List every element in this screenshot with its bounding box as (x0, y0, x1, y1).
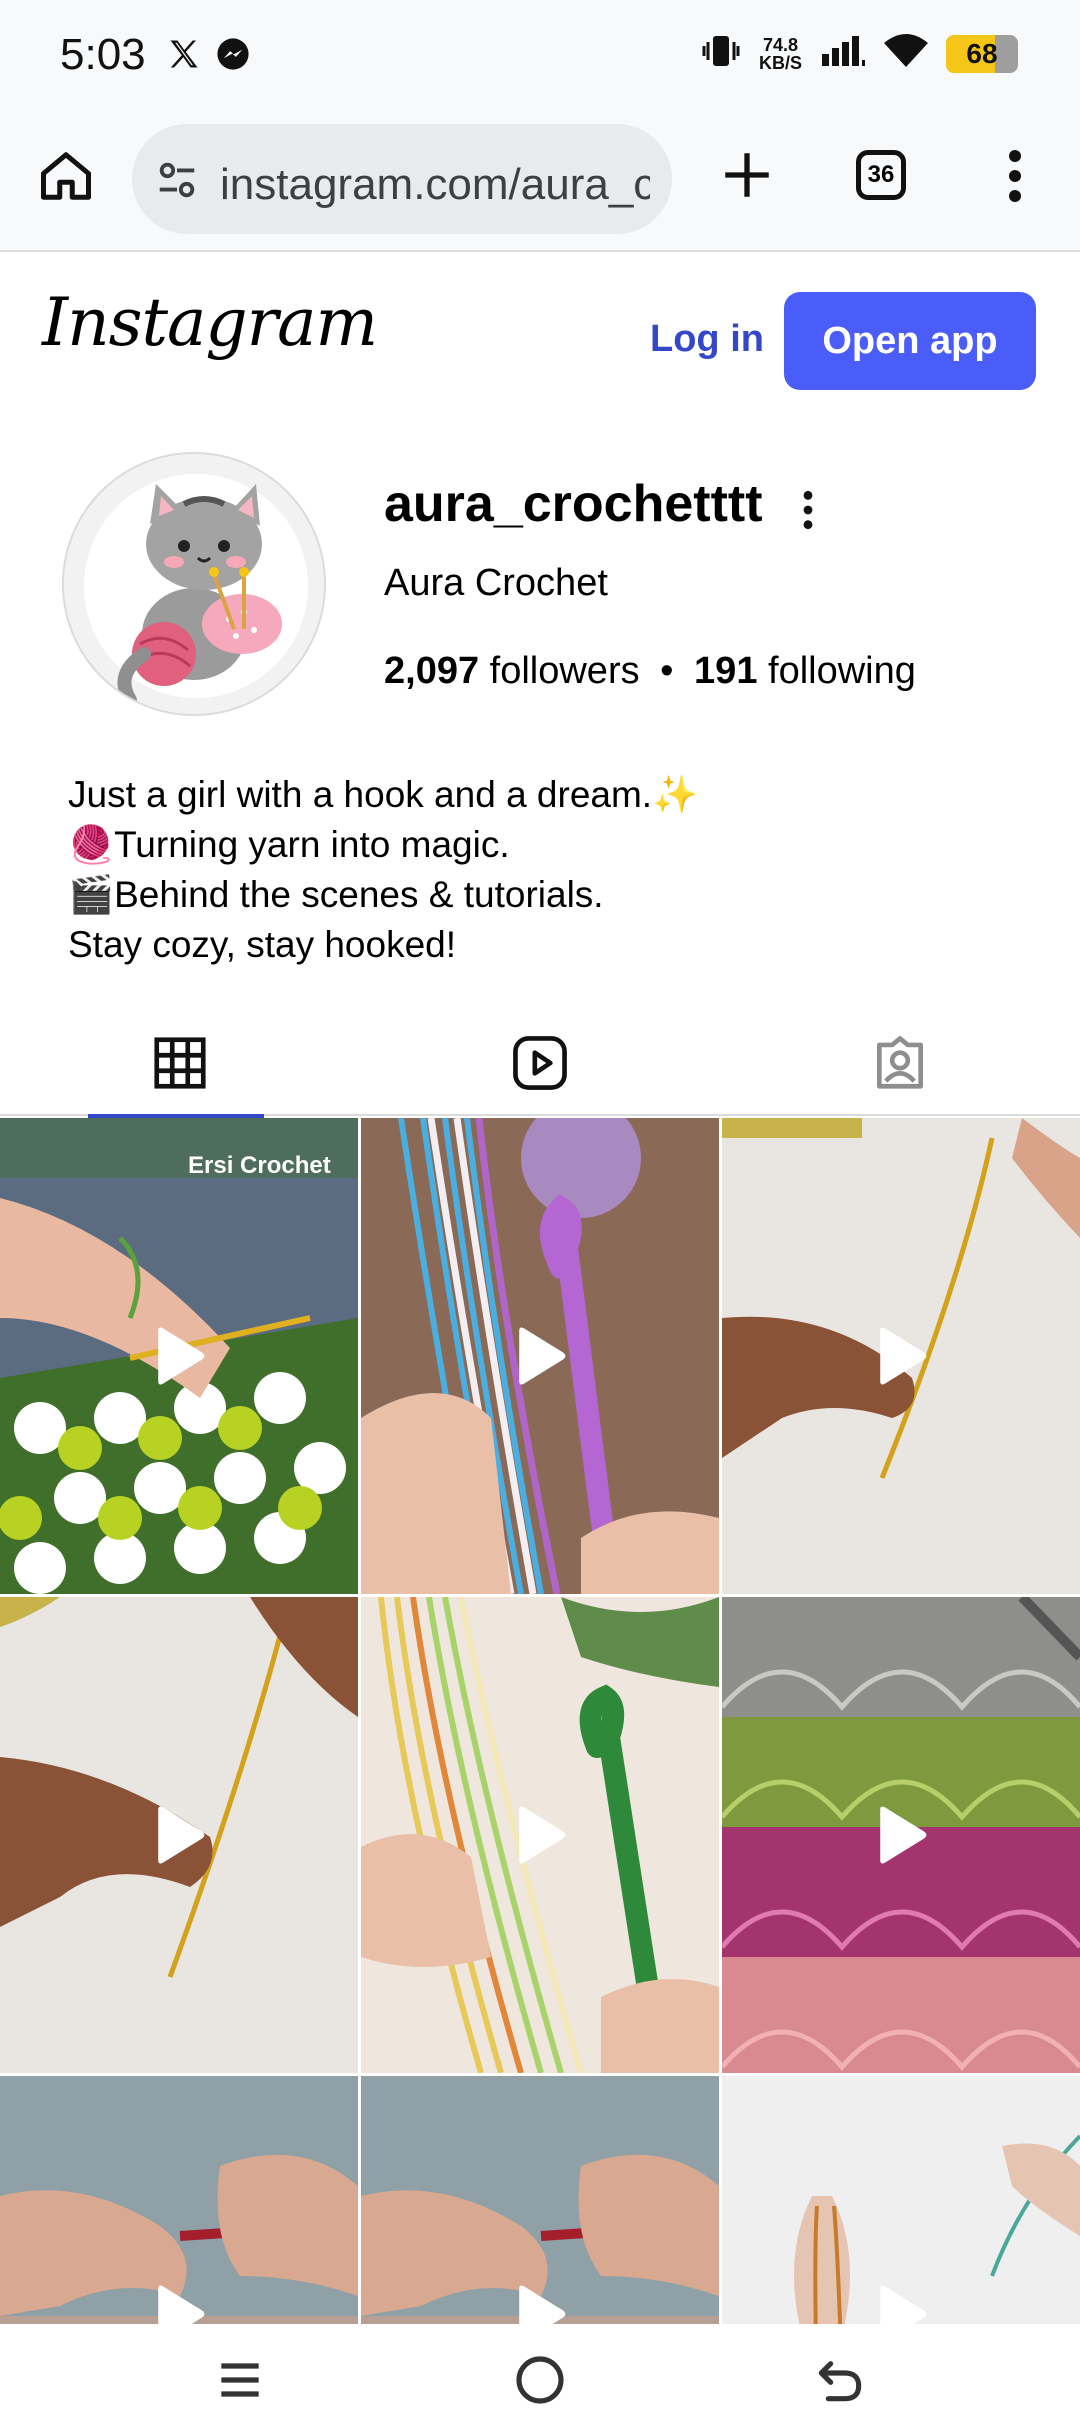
stats-separator: • (660, 650, 674, 692)
net-speed-unit: KB/S (758, 52, 802, 73)
menu-button[interactable] (1000, 146, 1030, 206)
avatar[interactable] (62, 452, 326, 716)
following-label: following (768, 650, 916, 692)
status-bar: 5:03 74.8 KB/S 68 (0, 0, 1080, 110)
reels-icon (513, 1036, 567, 1090)
tab-switcher-button[interactable]: 36 (856, 150, 906, 200)
post-tile[interactable] (0, 1597, 358, 2073)
cat-knitting-avatar (64, 454, 324, 714)
status-left-icons (166, 36, 250, 77)
bio-line: 🧶Turning yarn into magic. (68, 824, 510, 865)
play-icon (158, 1327, 205, 1385)
play-icon (880, 1806, 927, 1864)
play-icon (880, 1327, 927, 1385)
recents-button[interactable] (212, 2352, 268, 2408)
vibrate-icon (701, 32, 741, 75)
back-button[interactable] (812, 2352, 868, 2408)
home-nav-button[interactable] (512, 2352, 568, 2408)
x-logo-icon (166, 36, 202, 77)
home-icon (41, 152, 91, 200)
url-text[interactable]: instagram.com/aura_crochetttt (220, 160, 650, 210)
followers-label: followers (489, 650, 640, 692)
profile-stats: 2,097 followers • 191 following (384, 650, 916, 693)
login-link[interactable]: Log in (650, 318, 764, 361)
profile-username: aura_crochetttt (384, 475, 763, 533)
following-count: 191 (694, 650, 758, 692)
profile-tabs (0, 1010, 1080, 1118)
signal-icon (820, 34, 866, 73)
post-tile[interactable] (722, 1597, 1080, 2073)
play-icon (158, 1806, 205, 1864)
post-grid: Ersi Crochet (0, 1118, 1080, 2436)
back-icon (818, 2361, 862, 2402)
following-link[interactable]: 191 following (694, 650, 916, 692)
home-button[interactable] (36, 146, 96, 206)
menu-icon (1009, 150, 1021, 202)
new-tab-icon (725, 153, 769, 197)
recents-icon (221, 2363, 259, 2397)
bio-line: 🎬Behind the scenes & tutorials. (68, 874, 604, 915)
tab-reels[interactable] (360, 1010, 720, 1116)
address-bar[interactable]: instagram.com/aura_crochetttt (132, 124, 672, 234)
play-icon (519, 1806, 566, 1864)
net-speed-value: 74.8 (762, 34, 799, 55)
post-tile[interactable] (722, 1118, 1080, 1594)
bio-line: Stay cozy, stay hooked! (68, 924, 457, 965)
battery-icon: 68 (946, 34, 1018, 73)
open-app-button[interactable]: Open app (784, 292, 1036, 390)
grid-icon (154, 1037, 206, 1089)
bio-line: Just a girl with a hook and a dream.✨ (68, 774, 699, 815)
profile-bio: Just a girl with a hook and a dream.✨ 🧶T… (68, 770, 698, 970)
new-tab-button[interactable] (718, 146, 776, 204)
profile-full-name: Aura Crochet (384, 562, 608, 604)
more-options-icon (803, 490, 813, 530)
messenger-icon (216, 37, 250, 76)
status-time: 5:03 (60, 30, 146, 79)
post-tile[interactable] (361, 1597, 719, 2073)
instagram-logo[interactable]: Instagram (42, 284, 378, 361)
profile-options-button[interactable] (798, 488, 818, 532)
status-right-icons: 74.8 KB/S 68 (701, 32, 1018, 75)
tagged-icon (877, 1036, 923, 1089)
followers-count: 2,097 (384, 650, 480, 692)
followers-link[interactable]: 2,097 followers (384, 650, 640, 692)
browser-toolbar: instagram.com/aura_crochetttt 36 (0, 110, 1080, 252)
wifi-icon (884, 33, 928, 74)
system-nav-bar (0, 2324, 1080, 2436)
play-icon (519, 1327, 566, 1385)
net-speed: 74.8 KB/S (759, 36, 802, 72)
tab-posts[interactable] (0, 1010, 360, 1118)
post-caption: Ersi Crochet (188, 1152, 331, 1179)
home-circle-icon (516, 2356, 564, 2404)
site-settings-icon[interactable] (154, 157, 200, 203)
post-tile[interactable] (361, 1118, 719, 1594)
post-tile[interactable]: Ersi Crochet (0, 1118, 358, 1594)
tab-tagged[interactable] (720, 1010, 1080, 1116)
battery-level: 68 (966, 37, 998, 69)
